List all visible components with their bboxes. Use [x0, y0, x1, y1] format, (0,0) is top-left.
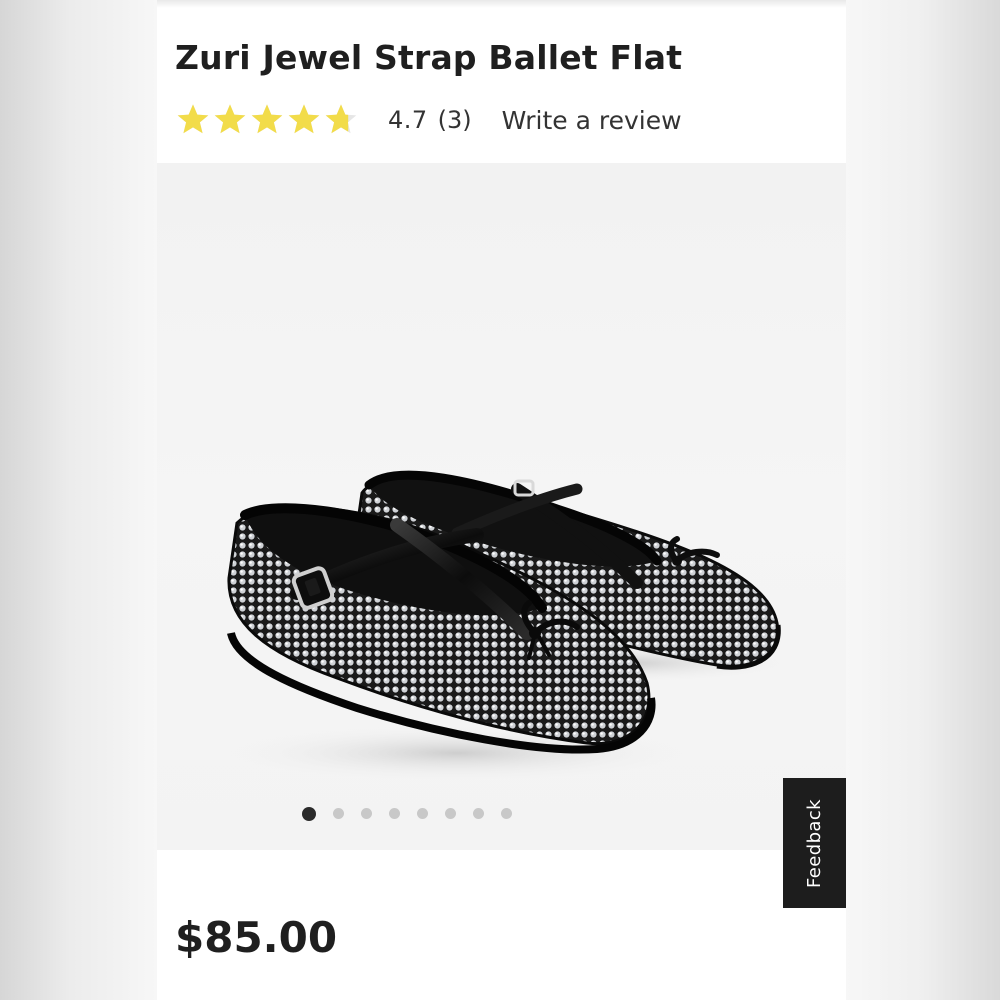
star-icon	[325, 104, 357, 134]
star-icon	[177, 104, 209, 134]
rating-row: 4.7 (3) Write a review	[175, 100, 682, 140]
carousel-dot[interactable]	[444, 808, 456, 819]
write-review-link[interactable]: Write a review	[502, 106, 682, 135]
top-edge	[157, 0, 846, 8]
carousel-dots	[157, 807, 846, 821]
rating-value: 4.7	[388, 106, 428, 134]
product-image-carousel[interactable]	[157, 163, 846, 850]
star-icon	[251, 104, 283, 134]
product-page: Zuri Jewel Strap Ballet Flat 4.7 (3) Wri…	[157, 0, 846, 1000]
product-image[interactable]	[157, 163, 846, 850]
background-right	[846, 0, 1000, 1000]
carousel-dot[interactable]	[500, 808, 512, 819]
carousel-dot[interactable]	[416, 808, 428, 819]
carousel-dot[interactable]	[388, 808, 400, 819]
review-count[interactable]: (3)	[438, 106, 472, 134]
background-left	[0, 0, 157, 1000]
carousel-dot[interactable]	[301, 807, 316, 821]
star-icon	[288, 104, 320, 134]
product-price: $85.00	[175, 913, 338, 962]
carousel-dot[interactable]	[472, 808, 484, 819]
product-title: Zuri Jewel Strap Ballet Flat	[175, 38, 683, 77]
carousel-dot[interactable]	[332, 808, 344, 819]
star-icon	[214, 104, 246, 134]
carousel-dot[interactable]	[360, 808, 372, 819]
star-rating[interactable]	[175, 100, 360, 140]
feedback-label: Feedback	[804, 798, 826, 888]
feedback-tab[interactable]: Feedback	[783, 778, 846, 908]
